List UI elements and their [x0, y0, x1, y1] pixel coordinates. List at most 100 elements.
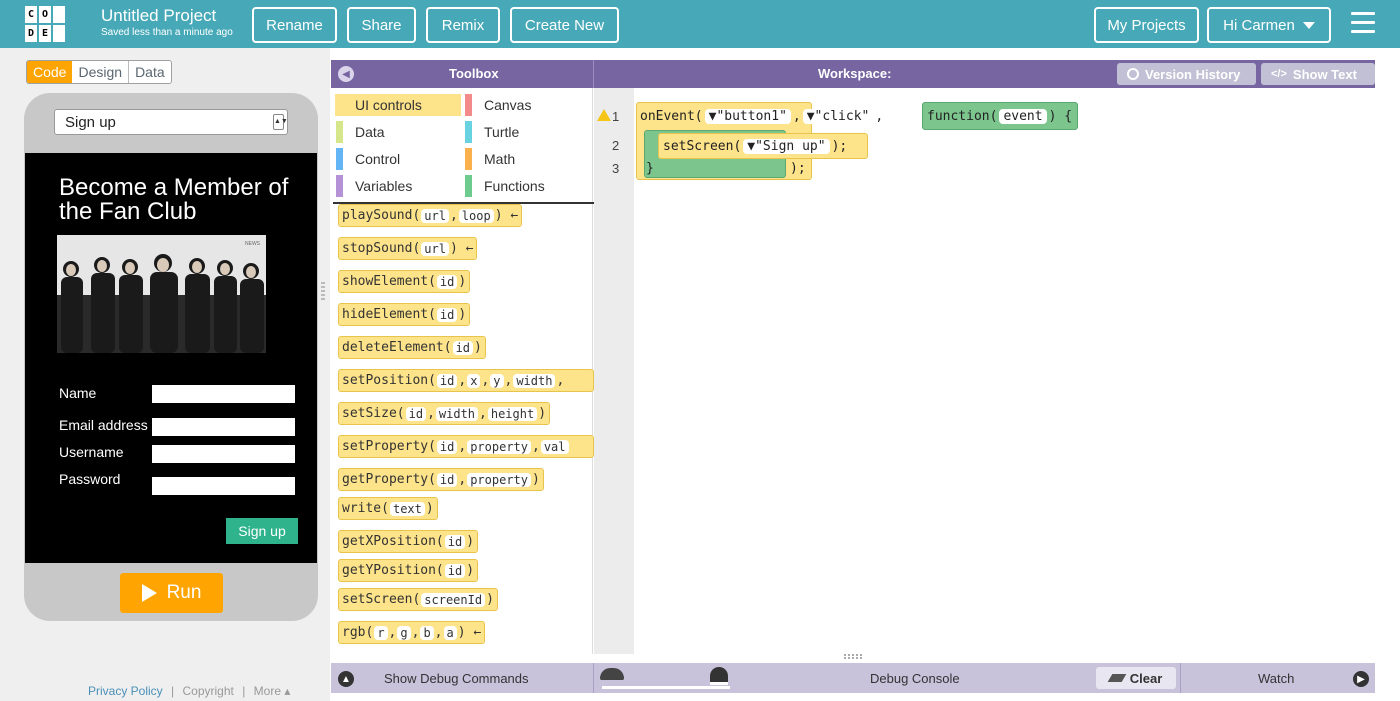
block-hideelement[interactable]: hideElement(id): [338, 303, 471, 326]
user-menu-button[interactable]: Hi Carmen: [1207, 7, 1331, 43]
select-arrows-icon: ▲▼: [273, 114, 288, 130]
block-name: playSound(: [342, 208, 421, 223]
block-write[interactable]: write(text): [338, 497, 438, 520]
block-getproperty[interactable]: getProperty(id, property): [338, 468, 544, 491]
block-close: ): [466, 563, 475, 578]
event-target-dropdown[interactable]: ▼"button1": [704, 108, 791, 124]
block-getyposition[interactable]: getYPosition(id): [338, 559, 479, 582]
copyright-link[interactable]: Copyright: [183, 684, 234, 698]
version-history-button[interactable]: Version History: [1117, 63, 1256, 85]
category-label: Data: [355, 124, 385, 140]
category-label: Canvas: [484, 97, 532, 113]
function-block[interactable]: function( event ) {: [922, 102, 1078, 130]
block-close: ) ←: [494, 208, 519, 223]
block-setproperty[interactable]: setProperty(id, property, val: [338, 435, 594, 458]
clear-label: Clear: [1129, 670, 1163, 686]
block-name: stopSound(: [342, 241, 421, 256]
screen-select-value: Sign up: [65, 114, 116, 131]
category-turtle[interactable]: Turtle: [465, 121, 519, 143]
block-rgb[interactable]: rgb(r, g, b, a) ←: [338, 621, 486, 644]
block-name: getXPosition(: [342, 534, 444, 549]
block-name: getProperty(: [342, 472, 436, 487]
warning-icon[interactable]: [597, 109, 611, 121]
create-new-button[interactable]: Create New: [510, 7, 619, 43]
tab-data[interactable]: Data: [128, 61, 171, 83]
category-label: Math: [484, 151, 516, 167]
band-photo: NEWS: [57, 235, 266, 353]
category-label: Functions: [484, 178, 545, 194]
onevent-close: );: [790, 161, 806, 176]
block-name: hideElement(: [342, 307, 436, 322]
rename-button[interactable]: Rename: [252, 7, 337, 43]
my-projects-button[interactable]: My Projects: [1094, 7, 1199, 43]
category-label: UI controls: [355, 97, 422, 113]
block-param: g: [397, 625, 411, 640]
setscreen-statement[interactable]: setScreen( ▼"Sign up" );: [658, 133, 868, 159]
category-variables[interactable]: Variables: [336, 175, 412, 197]
vertical-resize-handle[interactable]: [844, 654, 862, 659]
tab-design[interactable]: Design: [72, 61, 129, 83]
block-param: id: [444, 534, 466, 549]
sign-up-button[interactable]: Sign up: [226, 518, 298, 544]
username-input[interactable]: [152, 445, 295, 463]
block-playsound[interactable]: playSound(url, loop) ←: [338, 204, 523, 227]
block-param: url: [421, 241, 449, 256]
category-math[interactable]: Math: [465, 148, 515, 170]
run-label: Run: [166, 582, 202, 603]
block-stopsound[interactable]: stopSound(url) ←: [338, 237, 478, 260]
block-name: setProperty(: [342, 439, 436, 454]
expand-debug-icon[interactable]: ▲: [338, 671, 354, 687]
category-data[interactable]: Data: [336, 121, 385, 143]
mode-tabs: Code Design Data: [26, 60, 172, 84]
collapse-watch-icon[interactable]: ▶: [1353, 671, 1369, 687]
show-text-button[interactable]: </> Show Text: [1261, 63, 1375, 85]
eraser-icon: [1107, 674, 1127, 682]
block-setposition[interactable]: setPosition(id, x, y, width,: [338, 369, 594, 392]
line-number: 1: [612, 109, 620, 124]
share-button[interactable]: Share: [347, 7, 416, 43]
block-param: x: [467, 373, 481, 388]
speed-slider[interactable]: [602, 686, 730, 689]
category-ui-controls[interactable]: UI controls: [336, 94, 422, 116]
show-debug-commands-button[interactable]: Show Debug Commands: [384, 671, 529, 686]
code-token: function(: [927, 108, 998, 124]
block-setsize[interactable]: setSize(id, width, height): [338, 402, 551, 425]
privacy-policy-link[interactable]: Privacy Policy: [88, 684, 163, 698]
block-param: height: [487, 406, 538, 421]
collapse-left-icon[interactable]: ◀: [338, 66, 354, 82]
email-label: Email address: [59, 417, 148, 433]
email-input[interactable]: [152, 418, 295, 436]
screen-select[interactable]: Sign up ▲▼: [54, 109, 288, 135]
password-input[interactable]: [152, 477, 295, 495]
block-close: ): [532, 472, 540, 487]
block-setscreen[interactable]: setScreen(screenId): [338, 588, 498, 611]
tab-code[interactable]: Code: [27, 61, 73, 83]
block-name: showElement(: [342, 274, 436, 289]
block-close: ) ←: [449, 241, 474, 256]
clock-icon: [1127, 68, 1139, 80]
bar-divider: [593, 663, 594, 693]
clear-button[interactable]: Clear: [1096, 667, 1176, 689]
block-getxposition[interactable]: getXPosition(id): [338, 530, 479, 553]
show-text-label: Show Text: [1292, 66, 1357, 82]
hamburger-menu-icon[interactable]: [1351, 12, 1375, 34]
version-history-label: Version History: [1145, 66, 1241, 82]
run-button[interactable]: Run: [120, 573, 223, 613]
remix-button[interactable]: Remix: [426, 7, 500, 43]
category-control[interactable]: Control: [336, 148, 400, 170]
block-showelement[interactable]: showElement(id): [338, 270, 471, 293]
panel-resize-handle[interactable]: [321, 282, 325, 300]
line-number: 3: [612, 161, 620, 176]
category-canvas[interactable]: Canvas: [465, 94, 531, 116]
more-link[interactable]: More ▴: [254, 684, 291, 698]
logo-letter: O: [38, 5, 52, 24]
event-type-dropdown[interactable]: ▼"click": [802, 108, 874, 124]
name-input[interactable]: [152, 385, 295, 403]
category-functions[interactable]: Functions: [465, 175, 545, 197]
block-param: a: [443, 625, 457, 640]
block-deleteelement[interactable]: deleteElement(id): [338, 336, 486, 359]
event-param[interactable]: event: [999, 108, 1047, 124]
screen-id-dropdown[interactable]: ▼"Sign up": [743, 138, 830, 154]
code-org-logo[interactable]: C O D E: [24, 5, 66, 43]
block-param: property: [467, 472, 531, 487]
